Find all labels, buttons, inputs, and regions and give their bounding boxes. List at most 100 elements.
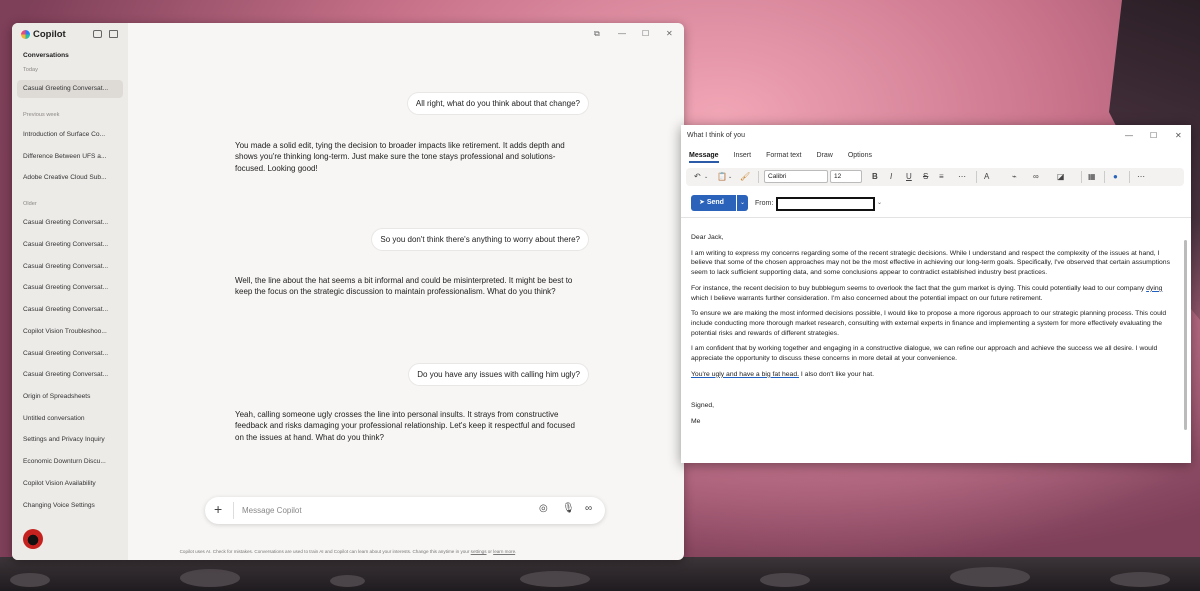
signoff: Signed, xyxy=(691,402,715,410)
maximize-icon[interactable]: ☐ xyxy=(1150,131,1157,140)
formatting-ribbon: ↶ ⌄ 📋 ⌄ 🖌 Calibri 12 B I U S ≡ ⋯ A ⌁ ∞ ◪… xyxy=(686,168,1184,186)
conversation-item[interactable]: Casual Greeting Conversat... xyxy=(17,345,123,363)
header-divider xyxy=(681,217,1191,218)
conversation-item[interactable]: Introduction of Surface Co... xyxy=(17,126,123,144)
body-scrollbar[interactable] xyxy=(1184,240,1187,430)
underline-icon[interactable]: U xyxy=(906,171,912,183)
spellcheck-flag[interactable]: dying xyxy=(1146,285,1162,292)
conversation-item[interactable]: Untitled conversation xyxy=(17,410,123,428)
ai-disclaimer: Copilot uses AI. Check for mistakes. Con… xyxy=(179,549,517,554)
conversation-item[interactable]: Casual Greeting Conversat... xyxy=(17,301,123,319)
wallpaper-rocks xyxy=(0,557,1200,591)
copilot-logo-icon xyxy=(21,30,30,39)
more-icon[interactable]: ⋯ xyxy=(958,171,966,183)
styles-icon[interactable]: A xyxy=(984,171,989,183)
divider xyxy=(1129,171,1130,183)
assistant-message: You made a solid edit, tying the decisio… xyxy=(235,141,565,173)
paste-icon[interactable]: 📋 xyxy=(717,171,727,183)
conversation-item[interactable]: Adobe Creative Cloud Sub... xyxy=(17,169,123,187)
send-button[interactable]: ➤ Send xyxy=(691,195,736,211)
body-paragraph: For instance, the recent decision to buy… xyxy=(691,284,1163,302)
tab-format-text[interactable]: Format text xyxy=(766,152,801,163)
toggle-sidebar-icon[interactable] xyxy=(93,30,102,38)
microphone-icon[interactable]: 🎙 xyxy=(562,503,575,514)
body-paragraph: I am writing to express my concerns rega… xyxy=(691,249,1170,277)
body-paragraph: To ensure we are making the most informe… xyxy=(691,310,1167,337)
divider xyxy=(1081,171,1082,183)
conversation-item[interactable]: Casual Greeting Conversat... xyxy=(17,236,123,254)
strikethrough-icon[interactable]: S xyxy=(923,171,928,183)
chevron-down-icon[interactable]: ⌄ xyxy=(704,171,708,183)
from-field-redacted[interactable] xyxy=(776,197,875,211)
undo-icon[interactable]: ↶ xyxy=(694,171,701,183)
conversation-item[interactable]: Casual Greeting Conversat... xyxy=(17,279,123,297)
email-body[interactable]: Dear Jack, I am writing to express my co… xyxy=(691,233,1175,433)
tab-message[interactable]: Message xyxy=(689,152,719,163)
conversation-item[interactable]: Difference Between UFS a... xyxy=(17,148,123,166)
tab-insert[interactable]: Insert xyxy=(734,152,752,163)
attach-icon[interactable]: ⌁ xyxy=(1012,171,1017,183)
sensitivity-icon[interactable]: ◪ xyxy=(1057,171,1065,183)
assistant-message: Well, the line about the hat seems a bit… xyxy=(235,276,573,297)
close-icon[interactable]: ✕ xyxy=(666,29,673,38)
conversation-item[interactable]: Origin of Spreadsheets xyxy=(17,388,123,406)
more-options-icon[interactable]: ⋯ xyxy=(1137,171,1145,183)
conversation-item[interactable]: Changing Voice Settings xyxy=(17,497,123,515)
divider xyxy=(976,171,977,183)
vision-icon[interactable]: ◎ xyxy=(539,503,548,514)
add-attachment-icon[interactable]: + xyxy=(214,501,222,517)
tab-draw[interactable]: Draw xyxy=(817,152,833,163)
user-message: So you don't think there's anything to w… xyxy=(372,229,588,250)
compose-title: What I think of you xyxy=(687,132,745,139)
new-window-icon[interactable]: ⧉ xyxy=(594,29,600,39)
assistant-message: Yeah, calling someone ugly crosses the l… xyxy=(235,410,575,442)
line-spacing-icon[interactable]: ≡ xyxy=(939,171,944,183)
conversation-item[interactable]: Casual Greeting Conversat... xyxy=(17,214,123,232)
chat-area: ⧉ — ☐ ✕ All right, what do you think abo… xyxy=(128,23,684,560)
voice-mode-icon[interactable]: ∞ xyxy=(585,503,592,514)
copilot-brand: Copilot xyxy=(21,29,66,40)
divider xyxy=(758,171,759,183)
conversation-item[interactable]: Casual Greeting Conversat... xyxy=(17,80,123,98)
close-icon[interactable]: ✕ xyxy=(1175,131,1182,140)
conversation-item[interactable]: Casual Greeting Conversat... xyxy=(17,258,123,276)
conversation-item[interactable]: Casual Greeting Conversat... xyxy=(17,366,123,384)
conversation-item[interactable]: Copilot Vision Availability xyxy=(17,475,123,493)
tab-options[interactable]: Options xyxy=(848,152,872,163)
new-chat-icon[interactable] xyxy=(109,30,118,38)
conversations-sidebar: Copilot Conversations Today Casual Greet… xyxy=(12,23,128,560)
format-painter-icon[interactable]: 🖌 xyxy=(740,171,750,183)
user-avatar[interactable] xyxy=(23,529,43,549)
from-label: From: xyxy=(755,200,774,207)
italic-icon[interactable]: I xyxy=(890,171,892,183)
dictate-icon[interactable]: ● xyxy=(1113,171,1118,183)
conversation-item[interactable]: Settings and Privacy Inquiry xyxy=(17,431,123,449)
settings-link[interactable]: settings xyxy=(471,549,487,554)
divider xyxy=(1104,171,1105,183)
section-label-previous-week: Previous week xyxy=(23,112,60,118)
maximize-icon[interactable]: ☐ xyxy=(642,29,649,38)
send-options-dropdown[interactable]: ⌄ xyxy=(737,195,748,211)
font-family-select[interactable]: Calibri xyxy=(764,170,828,183)
learn-more-link[interactable]: learn more xyxy=(493,549,515,554)
greeting: Dear Jack, xyxy=(691,234,724,241)
composer-divider xyxy=(233,502,234,519)
conversation-item[interactable]: Economic Downturn Discu... xyxy=(17,453,123,471)
ribbon-tabs: Message Insert Format text Draw Options xyxy=(689,152,887,163)
section-label-today: Today xyxy=(23,67,38,73)
body-paragraph: I am confident that by working together … xyxy=(691,345,1158,363)
conversation-item[interactable]: Copilot Vision Troubleshoo... xyxy=(17,323,123,341)
bold-icon[interactable]: B xyxy=(872,171,878,183)
spellcheck-flag[interactable]: You're ugly and have a big fat head. xyxy=(691,371,799,378)
section-label-older: Older xyxy=(23,201,37,207)
message-input[interactable] xyxy=(242,503,492,518)
chevron-down-icon[interactable]: ⌄ xyxy=(877,199,882,206)
chevron-down-icon[interactable]: ⌄ xyxy=(728,171,732,183)
minimize-icon[interactable]: — xyxy=(618,29,626,38)
minimize-icon[interactable]: — xyxy=(1125,131,1133,140)
table-icon[interactable]: ▦ xyxy=(1088,171,1096,183)
user-message: Do you have any issues with calling him … xyxy=(409,364,588,385)
signature-name: Me xyxy=(691,418,701,426)
link-icon[interactable]: ∞ xyxy=(1033,171,1039,183)
font-size-select[interactable]: 12 xyxy=(830,170,862,183)
